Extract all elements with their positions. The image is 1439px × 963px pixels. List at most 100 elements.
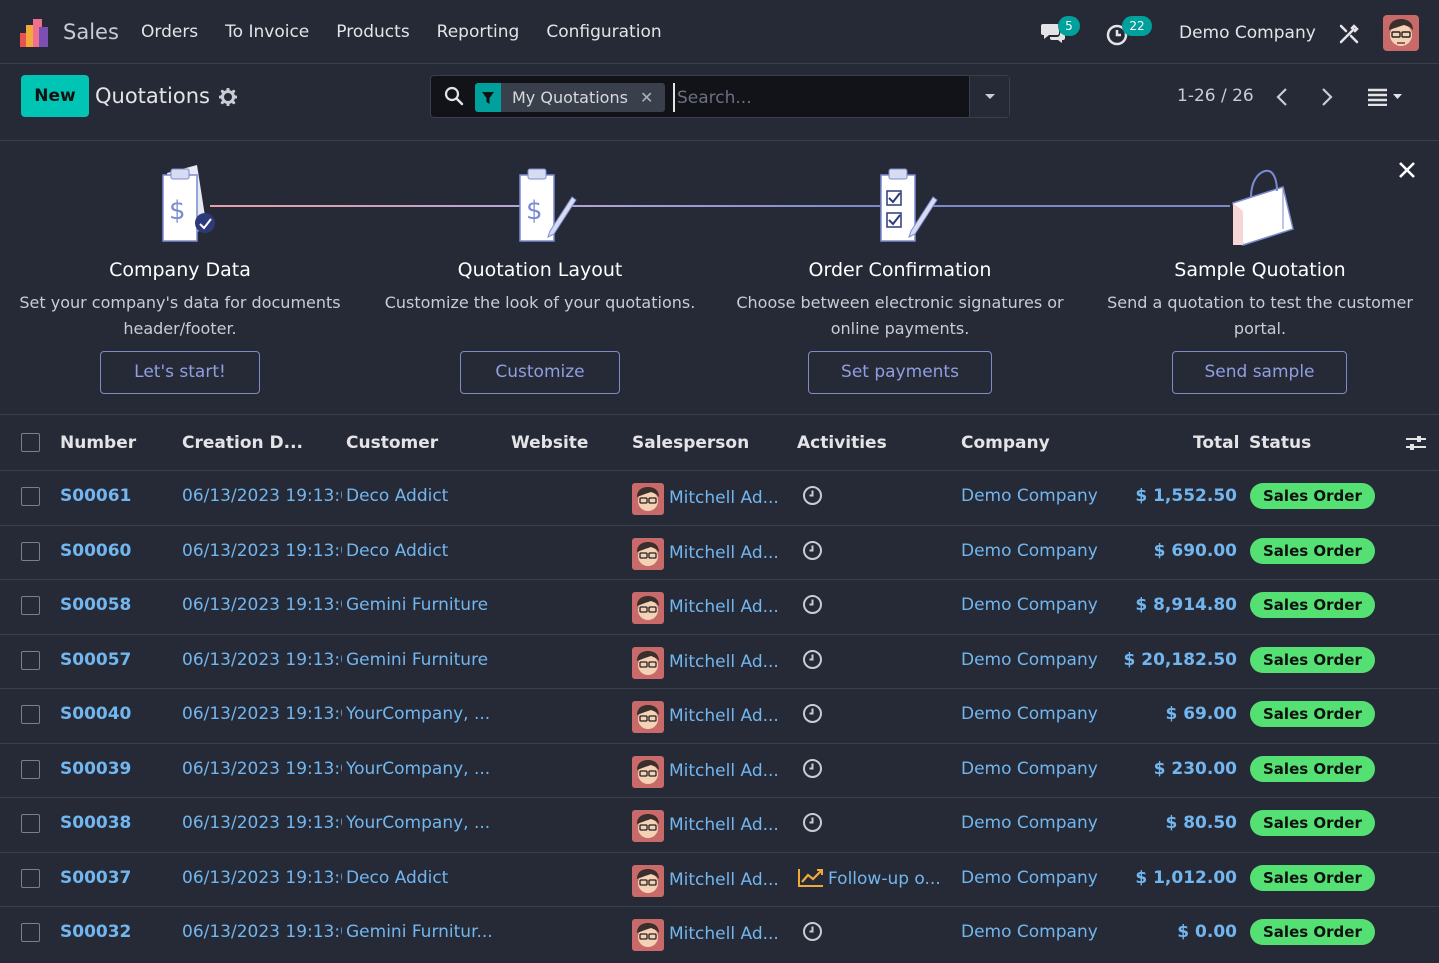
company: Demo Company: [961, 649, 1098, 670]
control-panel: New Quotations My Quotations ✕ 1-26 / 26: [0, 64, 1439, 141]
salesperson: Mitchell Ad...: [669, 760, 779, 781]
activity-summary[interactable]: Follow-up o...: [828, 869, 950, 889]
column-customer[interactable]: Customer: [346, 433, 438, 453]
step-description: Choose between electronic signatures or …: [736, 293, 1064, 338]
step-title: Sample Quotation: [1174, 259, 1346, 281]
chevron-right-icon[interactable]: [1316, 86, 1336, 108]
company-switcher[interactable]: Demo Company: [1179, 23, 1316, 43]
activity-clock-icon[interactable]: [802, 703, 823, 724]
row-checkbox[interactable]: [21, 923, 40, 942]
onboarding-panel: $ Company Data Set your company's data f…: [0, 141, 1439, 415]
remove-filter-icon[interactable]: ✕: [637, 83, 666, 112]
creation-date: 06/13/2023 19:13:0: [182, 540, 342, 561]
search-bar: My Quotations ✕: [430, 75, 1010, 118]
svg-text:$: $: [526, 196, 543, 226]
menu-reporting[interactable]: Reporting: [437, 22, 520, 42]
status-badge: Sales Order: [1250, 701, 1375, 727]
order-number: S00058: [60, 595, 132, 615]
order-number: S00032: [60, 922, 132, 942]
column-salesperson[interactable]: Salesperson: [632, 433, 749, 453]
order-number: S00039: [60, 758, 132, 779]
activities-count-badge: 22: [1122, 16, 1152, 36]
company: Demo Company: [961, 486, 1098, 506]
activity-clock-icon[interactable]: [802, 649, 823, 670]
activity-clock-icon[interactable]: [802, 921, 823, 942]
creation-date: 06/13/2023 19:13:0: [182, 649, 342, 670]
table-row[interactable]: S00038 06/13/2023 19:13:0 YourCompany, .…: [0, 797, 1439, 852]
total: $ 69.00: [1165, 704, 1237, 724]
app-name[interactable]: Sales: [63, 20, 119, 44]
gear-icon[interactable]: [219, 88, 237, 106]
table-row[interactable]: S00058 06/13/2023 19:13:0 Gemini Furnitu…: [0, 579, 1439, 634]
step-title: Company Data: [109, 259, 251, 281]
activity-clock-icon[interactable]: [802, 540, 823, 561]
table-row[interactable]: S00040 06/13/2023 19:13:0 YourCompany, .…: [0, 688, 1439, 743]
document-pencil-icon: $: [519, 168, 577, 242]
company: Demo Company: [961, 540, 1098, 561]
search-input[interactable]: [673, 83, 963, 112]
menu-orders[interactable]: Orders: [141, 22, 198, 42]
salesperson-avatar: [632, 537, 664, 570]
salesperson: Mitchell Ad...: [669, 706, 779, 726]
creation-date: 06/13/2023 19:13:0: [182, 595, 342, 615]
row-checkbox[interactable]: [21, 759, 40, 779]
salesperson: Mitchell Ad...: [669, 924, 779, 944]
order-number: S00038: [60, 813, 132, 833]
row-checkbox[interactable]: [21, 814, 40, 833]
total: $ 230.00: [1153, 758, 1237, 779]
row-checkbox[interactable]: [21, 705, 40, 724]
row-checkbox[interactable]: [21, 541, 40, 561]
step-connector: [930, 205, 1230, 207]
activity-clock-icon[interactable]: [802, 758, 823, 779]
menu-configuration[interactable]: Configuration: [546, 22, 661, 42]
close-icon[interactable]: [1396, 159, 1418, 181]
row-checkbox[interactable]: [21, 650, 40, 670]
activity-clock-icon[interactable]: [802, 812, 823, 833]
user-avatar[interactable]: [1383, 15, 1419, 51]
status-badge: Sales Order: [1250, 919, 1375, 945]
column-company[interactable]: Company: [961, 433, 1050, 453]
table-row[interactable]: S00039 06/13/2023 19:13:0 YourCompany, .…: [0, 742, 1439, 797]
menu-products[interactable]: Products: [336, 22, 409, 42]
column-activities[interactable]: Activities: [797, 433, 887, 453]
debug-tools-icon[interactable]: [1338, 23, 1360, 45]
trend-chart-icon[interactable]: [797, 867, 825, 888]
table-row[interactable]: S00037 06/13/2023 19:13:0 Deco Addict Mi…: [0, 851, 1439, 906]
activity-clock-icon[interactable]: [802, 485, 823, 506]
salesperson: Mitchell Ad...: [669, 651, 779, 672]
pager-value[interactable]: 1-26 / 26: [1177, 86, 1254, 106]
column-total[interactable]: Total: [1193, 433, 1239, 453]
list-view-icon[interactable]: [1367, 88, 1407, 106]
optional-columns-icon[interactable]: [1405, 434, 1427, 452]
salesperson-avatar: [632, 919, 664, 951]
sales-app-logo-icon[interactable]: [18, 17, 50, 49]
table-row[interactable]: S00032 06/13/2023 19:13:0 Gemini Furnitu…: [0, 906, 1439, 961]
top-navbar: Sales Orders To Invoice Products Reporti…: [0, 0, 1439, 64]
row-checkbox[interactable]: [21, 868, 40, 888]
search-icon[interactable]: [444, 86, 464, 106]
row-checkbox[interactable]: [21, 487, 40, 506]
table-row[interactable]: S00060 06/13/2023 19:13:0 Deco Addict Mi…: [0, 524, 1439, 579]
activity-clock-icon[interactable]: [802, 594, 823, 615]
column-website[interactable]: Website: [511, 433, 588, 453]
column-status[interactable]: Status: [1249, 433, 1311, 453]
total: $ 80.50: [1165, 813, 1237, 833]
select-all-checkbox[interactable]: [21, 433, 40, 452]
table-row[interactable]: S00057 06/13/2023 19:13:0 Gemini Furnitu…: [0, 633, 1439, 688]
search-panel-toggle[interactable]: [969, 76, 1009, 117]
column-number[interactable]: Number: [60, 433, 136, 453]
customer: YourCompany, ...: [346, 704, 491, 724]
customer: YourCompany, ...: [346, 813, 491, 833]
set-payments-button[interactable]: Set payments: [808, 351, 992, 394]
salesperson-avatar: [632, 864, 664, 897]
chevron-left-icon[interactable]: [1273, 86, 1293, 108]
customize-button[interactable]: Customize: [460, 351, 620, 394]
lets-start-button[interactable]: Let's start!: [100, 351, 260, 394]
row-checkbox[interactable]: [21, 596, 40, 615]
send-sample-button[interactable]: Send sample: [1172, 351, 1347, 394]
checklist-icon: [880, 168, 938, 242]
new-button[interactable]: New: [21, 75, 89, 117]
column-creation-date[interactable]: Creation D...: [182, 433, 303, 453]
menu-to-invoice[interactable]: To Invoice: [225, 22, 309, 42]
table-row[interactable]: S00061 06/13/2023 19:13:0 Deco Addict Mi…: [0, 470, 1439, 525]
